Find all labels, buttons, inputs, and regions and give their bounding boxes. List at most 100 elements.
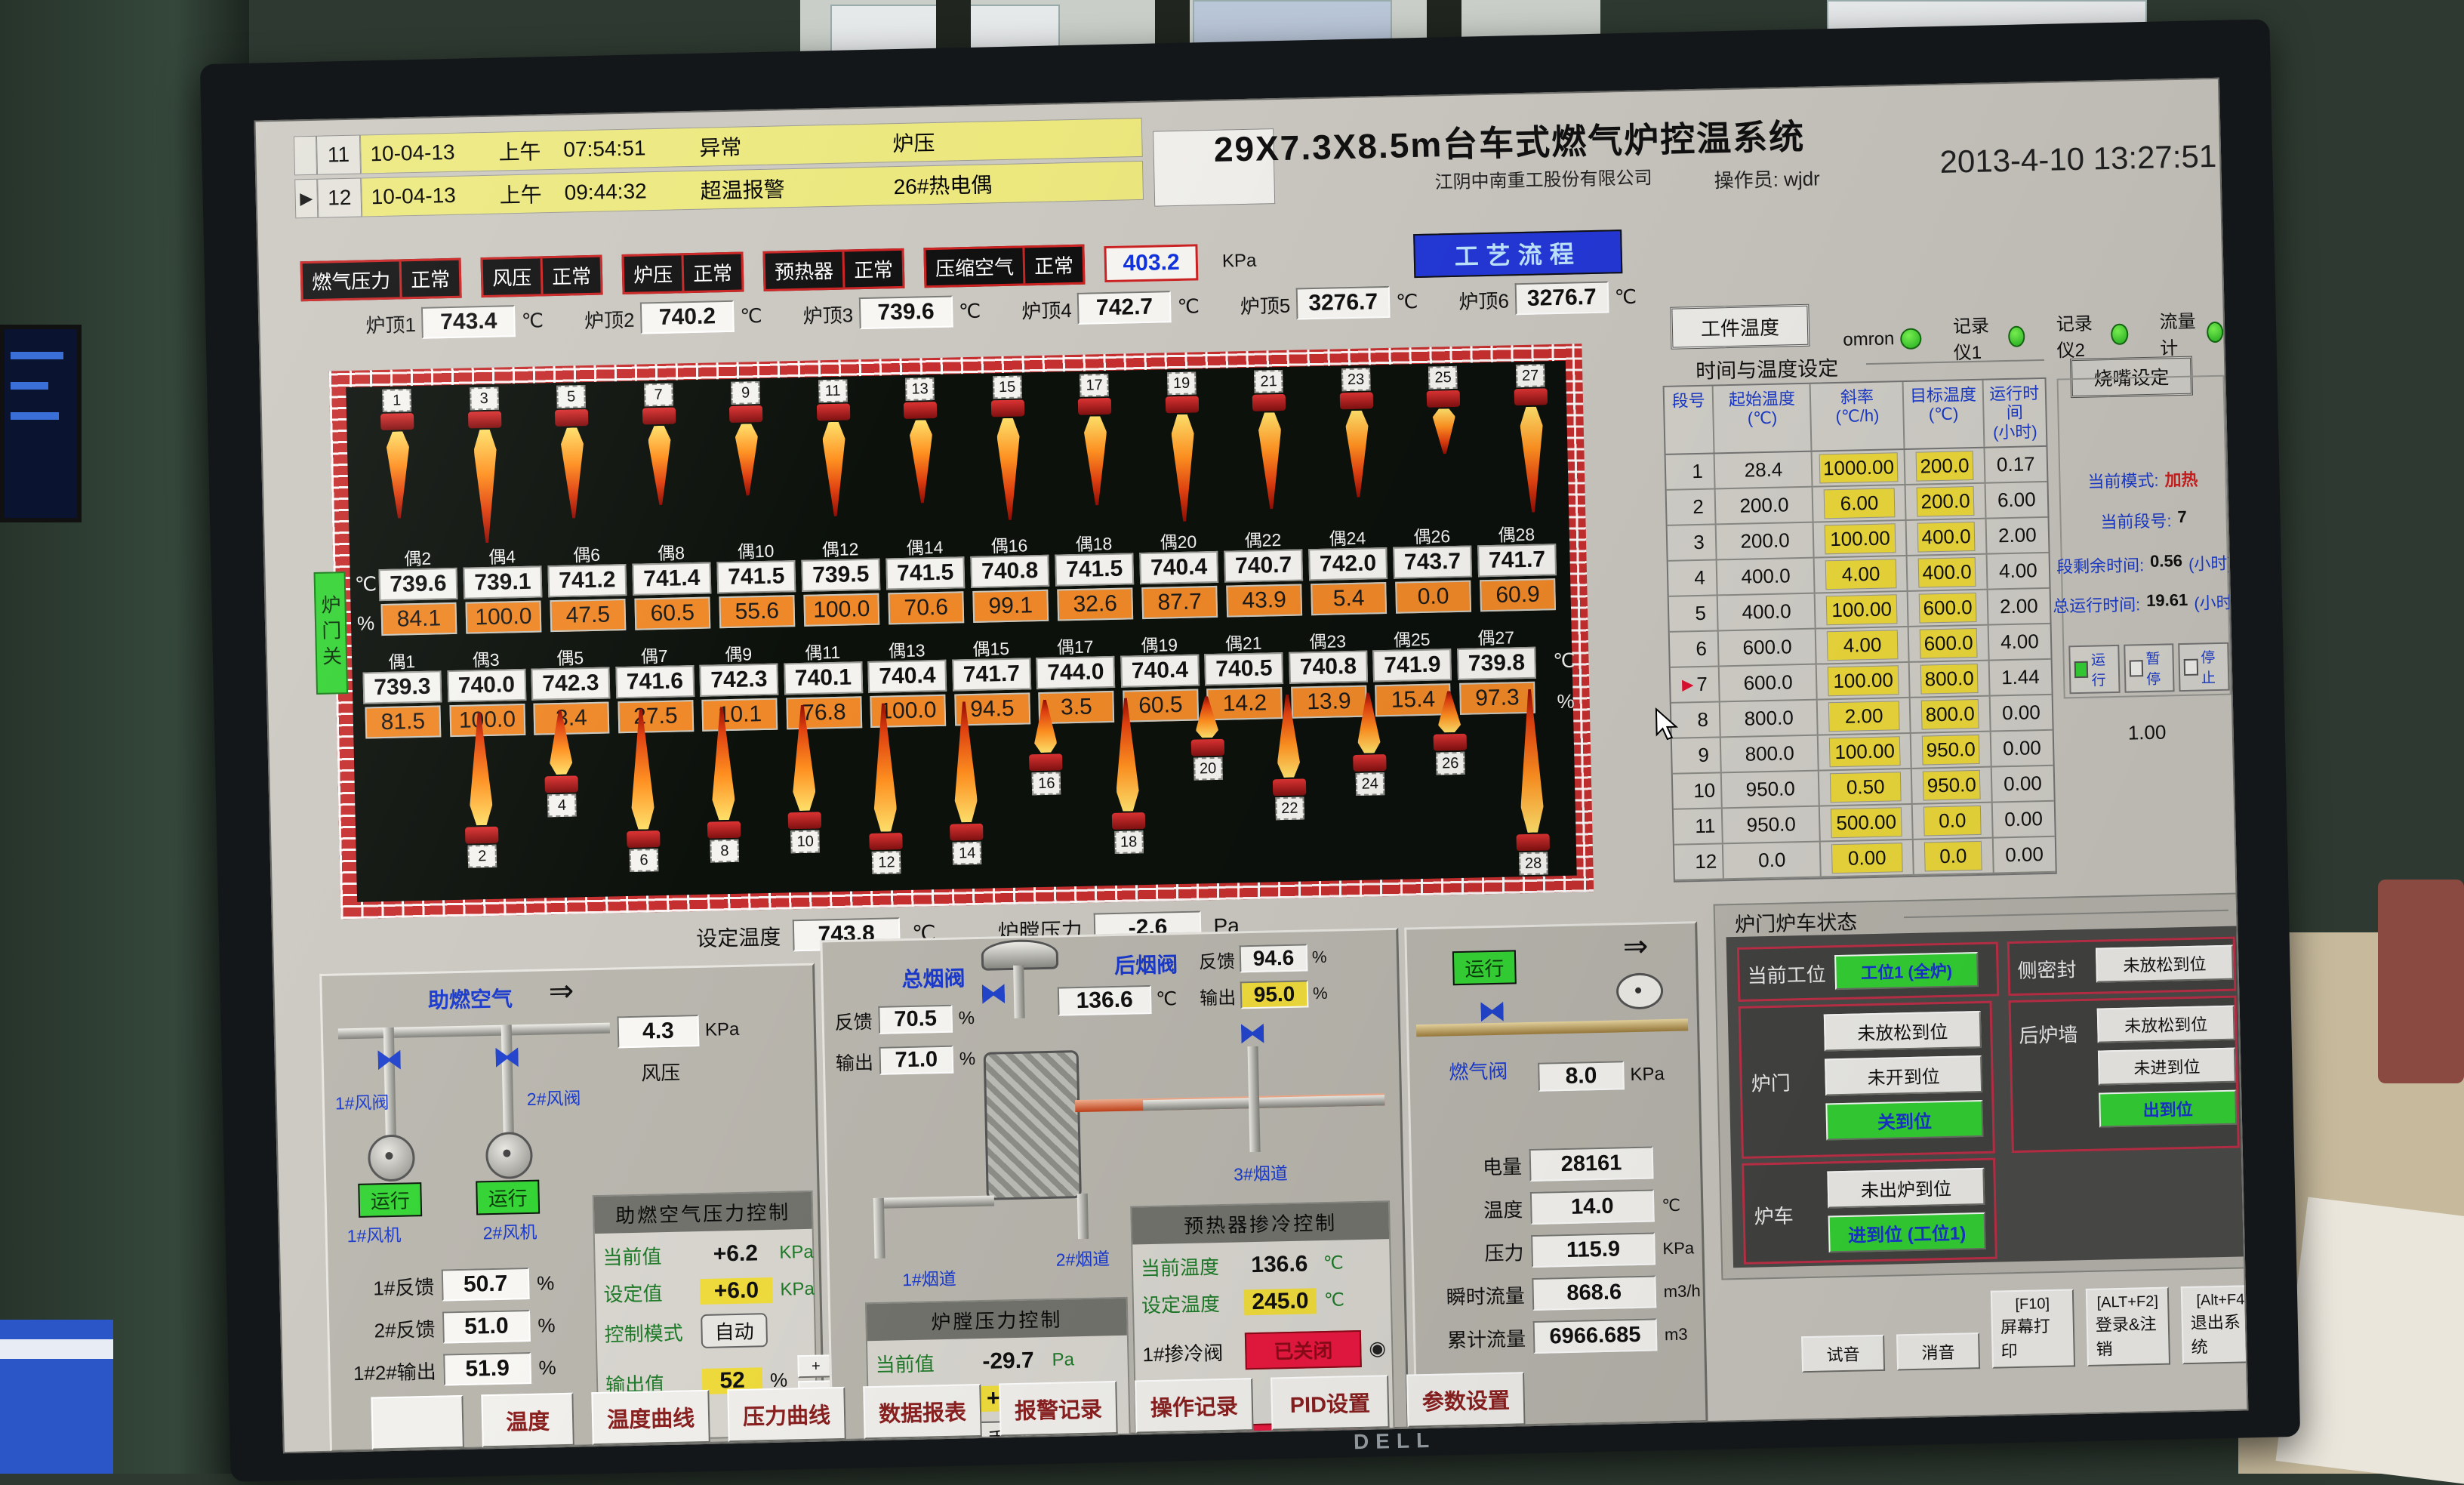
thermocouple-label: 偶26 bbox=[1413, 522, 1450, 547]
schedule-row[interactable]: ▶ 12 0.0 0.00 0.0 0.00 bbox=[1674, 837, 2056, 881]
rate-cell[interactable]: 0.50 bbox=[1819, 769, 1913, 806]
current-value-row: 当前值 -29.7 Pa bbox=[875, 1345, 1120, 1378]
burner-body bbox=[627, 830, 660, 848]
target-temp-cell[interactable]: 600.0 bbox=[1908, 590, 1988, 626]
run-time: 0.00 bbox=[1993, 837, 2055, 873]
nav-tab[interactable]: 温度曲线 bbox=[591, 1390, 710, 1445]
process-flow-button[interactable]: 工艺流程 bbox=[1413, 230, 1622, 278]
system-button[interactable]: [F10] 屏幕打印 bbox=[1991, 1289, 2075, 1368]
gas-meter-row: 压力 115.9 KPa bbox=[1418, 1231, 1700, 1270]
stop-button[interactable]: 停止 bbox=[2179, 642, 2230, 692]
system-button[interactable]: [Alt+F4] 退出系统 bbox=[2181, 1285, 2249, 1364]
rate-cell[interactable]: 100.00 bbox=[1817, 663, 1911, 699]
degree-unit: ℃ bbox=[1615, 285, 1637, 309]
target-temp-cell[interactable]: 400.0 bbox=[1908, 555, 1988, 590]
rate-cell[interactable]: 2.00 bbox=[1818, 698, 1911, 735]
burner-number: 28 bbox=[1519, 852, 1548, 875]
gas-meter-value: 14.0 bbox=[1530, 1189, 1655, 1225]
target-temp-cell[interactable]: 950.0 bbox=[1912, 767, 1992, 803]
segment-number: ▶ 3 bbox=[1668, 525, 1717, 559]
pause-button[interactable]: 暂停 bbox=[2124, 643, 2175, 692]
cooling-valve1-status: 已关闭 bbox=[1245, 1330, 1362, 1369]
status-badge-state: 正常 bbox=[1023, 247, 1083, 284]
thermocouple-label: 偶19 bbox=[1141, 630, 1178, 655]
air-mode-button[interactable]: 自动 bbox=[701, 1313, 768, 1348]
target-temp-cell[interactable]: 800.0 bbox=[1910, 661, 1990, 696]
monitor-brand: DELL bbox=[1354, 1428, 1437, 1454]
rate-cell[interactable]: 6.00 bbox=[1813, 485, 1907, 522]
rate-cell[interactable]: 100.00 bbox=[1819, 734, 1912, 770]
burner-body bbox=[788, 812, 821, 829]
nav-tab[interactable] bbox=[371, 1395, 464, 1450]
thermocouple-label: 偶15 bbox=[972, 634, 1009, 659]
rate-cell[interactable]: 4.00 bbox=[1816, 627, 1910, 664]
rear-wall-status-button: 未放松到位 bbox=[2097, 1006, 2235, 1043]
burner-body bbox=[817, 403, 850, 421]
thermocouple: 偶8 741.4 60.5 bbox=[632, 538, 713, 630]
schedule-header: 段号 起始温度 (℃) 斜率 (℃/h) 目标温度 (℃) 运行时间 (小时) bbox=[1665, 379, 2047, 455]
rate-cell[interactable]: 100.00 bbox=[1814, 521, 1908, 557]
burner: 25 bbox=[1421, 366, 1468, 522]
flame-icon bbox=[1114, 698, 1139, 812]
start-temp: 800.0 bbox=[1721, 735, 1819, 772]
gas-meter-row: 电量 28161 bbox=[1416, 1145, 1699, 1184]
nav-tab[interactable]: 报警记录 bbox=[999, 1381, 1117, 1436]
nav-tab[interactable]: 数据报表 bbox=[863, 1384, 981, 1439]
device-indicator: 记录仪2 bbox=[2056, 308, 2128, 362]
target-temp-cell[interactable]: 0.0 bbox=[1913, 803, 1993, 838]
secondary-monitor-fragment bbox=[0, 1320, 113, 1474]
run-button[interactable]: 运行 bbox=[2068, 645, 2120, 694]
system-button[interactable]: 试音 bbox=[1801, 1335, 1885, 1373]
nav-tab[interactable]: 温度 bbox=[481, 1393, 574, 1448]
thermocouple-label: 偶13 bbox=[888, 636, 925, 661]
col-run-time: 运行时间 (小时) bbox=[1983, 379, 2046, 447]
gas-meter-label: 压力 bbox=[1418, 1237, 1524, 1268]
flame-icon bbox=[953, 701, 978, 823]
alarm-date: 10-04-13 bbox=[362, 183, 500, 210]
burner: 13 bbox=[898, 377, 944, 534]
rate-cell[interactable]: 4.00 bbox=[1815, 556, 1908, 593]
total-line: 总运行时间: 19.61 (小时) bbox=[2063, 590, 2228, 618]
groupbox-line bbox=[1904, 910, 2228, 918]
run-control-row: 运行 暂停 停止 bbox=[2068, 642, 2229, 695]
valve-dial-icon[interactable]: ◉ bbox=[1369, 1336, 1386, 1360]
target-temp-cell[interactable]: 400.0 bbox=[1907, 519, 1987, 555]
rear-flue-output[interactable]: 95.0 bbox=[1240, 980, 1309, 1009]
burner-number: 13 bbox=[905, 377, 935, 401]
system-button[interactable]: [ALT+F2] 登录&注销 bbox=[2086, 1287, 2170, 1366]
system-button[interactable]: 消音 bbox=[1896, 1332, 1980, 1370]
rate-cell[interactable]: 100.00 bbox=[1816, 592, 1909, 628]
preheater-set[interactable]: 245.0 bbox=[1244, 1288, 1317, 1315]
main-flue-feedback: 70.5 bbox=[878, 1005, 953, 1034]
flue-pipe bbox=[1077, 1194, 1089, 1239]
burner-body bbox=[1516, 833, 1549, 851]
target-temp-cell[interactable]: 200.0 bbox=[1905, 448, 1985, 484]
start-temp: 28.4 bbox=[1715, 452, 1813, 488]
nav-tab[interactable]: PID设置 bbox=[1270, 1375, 1389, 1430]
target-temp-cell[interactable]: 600.0 bbox=[1909, 626, 1989, 661]
car-status-button: 进到位 (工位1) bbox=[1828, 1212, 1986, 1253]
burner: 19 bbox=[1160, 371, 1206, 528]
rate-cell[interactable]: 500.00 bbox=[1820, 805, 1914, 841]
workpiece-temp-button[interactable]: 工件温度 bbox=[1670, 304, 1810, 350]
air-set-value[interactable]: +6.0 bbox=[700, 1277, 773, 1304]
top-temp-value: 3276.7 bbox=[1514, 282, 1609, 316]
rate-cell[interactable]: 1000.00 bbox=[1813, 450, 1906, 486]
nav-tab[interactable]: 参数设置 bbox=[1406, 1372, 1525, 1427]
burner-number: 9 bbox=[731, 381, 760, 405]
nav-tab[interactable]: 压力曲线 bbox=[727, 1387, 845, 1442]
extra-value: 1.00 bbox=[2127, 721, 2166, 745]
target-temp-cell[interactable]: 0.0 bbox=[1914, 838, 1994, 873]
air-pressure-value: 4.3 bbox=[617, 1015, 699, 1048]
run-time: 4.00 bbox=[1987, 553, 2049, 589]
flame-icon bbox=[1437, 691, 1461, 733]
target-temp-cell[interactable]: 200.0 bbox=[1906, 484, 1986, 519]
fan-icon bbox=[368, 1134, 415, 1182]
flue-panel: 总烟阀 反馈 70.5 % 输出 71.0 % 136.6 ℃ 1#烟道 2#烟… bbox=[820, 928, 1409, 1442]
target-temp-cell[interactable]: 950.0 bbox=[1911, 732, 1991, 767]
burner: 27 bbox=[1508, 364, 1555, 520]
nav-tab[interactable]: 操作记录 bbox=[1135, 1378, 1253, 1433]
segment-number: ▶ 7 bbox=[1671, 667, 1720, 701]
rate-cell[interactable]: 0.00 bbox=[1821, 840, 1914, 877]
target-temp-cell[interactable]: 800.0 bbox=[1911, 696, 1991, 732]
